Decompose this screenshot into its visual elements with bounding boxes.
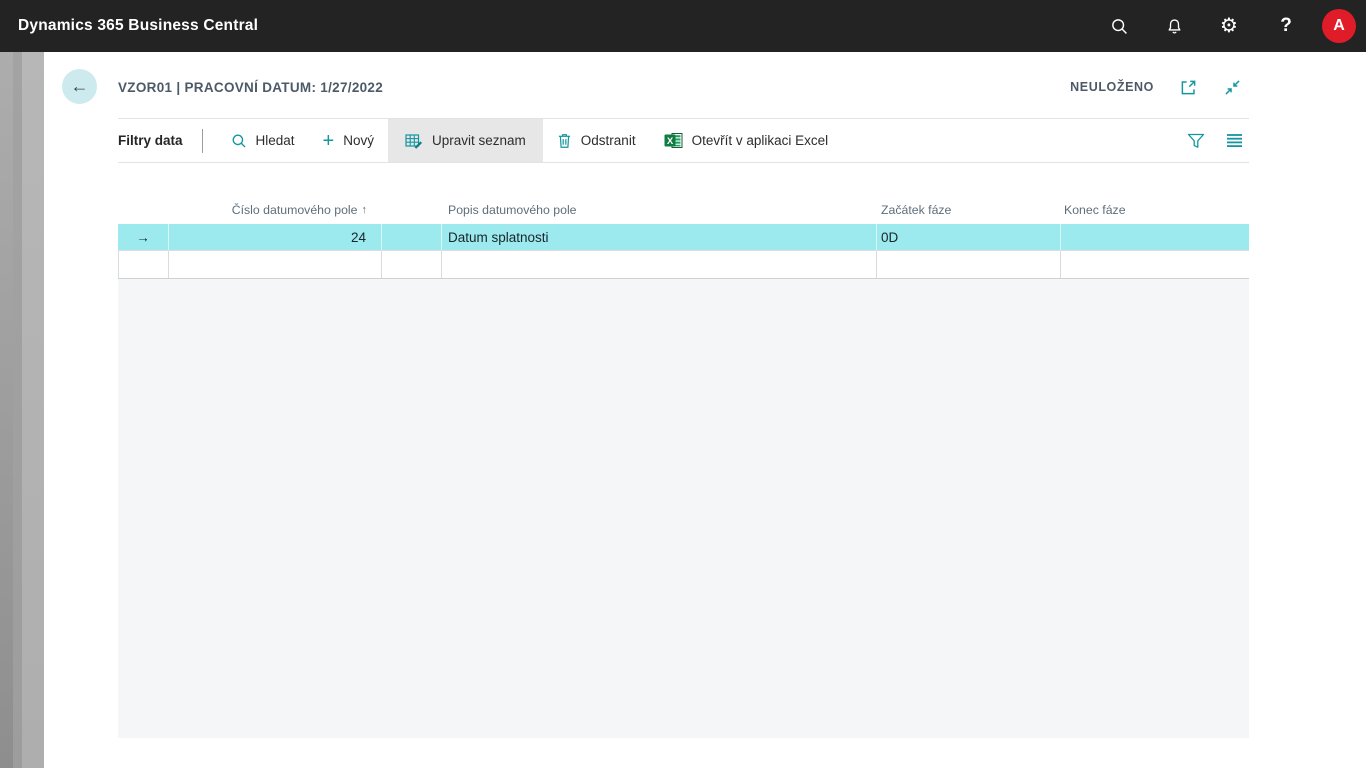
avatar[interactable]: A	[1322, 9, 1356, 43]
edit-list-action-label: Upravit seznam	[432, 133, 526, 148]
back-button[interactable]: ←	[62, 69, 97, 104]
table-row-selected[interactable]: → 24 Datum splatnosti 0D	[118, 224, 1249, 251]
table-empty-area	[118, 279, 1249, 738]
search-icon	[231, 133, 247, 149]
list-view-button[interactable]	[1221, 128, 1247, 154]
date-fields-table: Číslo datumového pole ↑ Popis datumového…	[118, 195, 1249, 738]
global-search-button[interactable]	[1100, 0, 1138, 52]
cell-number[interactable]: 24	[169, 224, 382, 250]
cell-phase-end[interactable]	[1061, 251, 1249, 278]
gear-icon: ⚙	[1220, 15, 1238, 37]
page-card: ← VZOR01 | PRACOVNÍ DATUM: 1/27/2022 NEU…	[44, 52, 1366, 768]
bell-icon	[1165, 17, 1184, 36]
new-action-label: Nový	[343, 133, 374, 148]
app-top-bar: Dynamics 365 Business Central ⚙ ? A	[0, 0, 1366, 52]
open-in-excel-action-button[interactable]: X Otevřít v aplikaci Excel	[650, 119, 843, 162]
avatar-initial: A	[1333, 17, 1345, 34]
search-action-label: Hledat	[255, 133, 295, 148]
background-page-band	[0, 52, 13, 768]
toolbar-divider	[201, 128, 203, 153]
cell-selector[interactable]	[118, 251, 169, 278]
sort-ascending-icon: ↑	[361, 203, 368, 216]
help-icon: ?	[1280, 15, 1292, 36]
notifications-button[interactable]	[1155, 0, 1193, 52]
save-status-badge: NEULOŽENO	[1070, 80, 1154, 94]
new-action-button[interactable]: + Nový	[309, 119, 388, 162]
settings-button[interactable]: ⚙	[1210, 0, 1248, 52]
background-page-band	[13, 52, 22, 768]
background-page-edge	[0, 52, 44, 768]
open-in-excel-action-label: Otevřít v aplikaci Excel	[691, 133, 829, 148]
column-header-number-label: Číslo datumového pole	[231, 202, 358, 217]
plus-icon: +	[322, 129, 335, 152]
column-header-phase-end[interactable]: Konec fáze	[1061, 203, 1249, 217]
collapse-wide-layout-button[interactable]	[1222, 77, 1242, 97]
help-button[interactable]: ?	[1267, 0, 1305, 52]
active-row-marker-icon: →	[118, 224, 169, 250]
back-arrow-icon: ←	[70, 76, 89, 96]
open-in-new-window-button[interactable]	[1178, 77, 1198, 97]
svg-text:X: X	[666, 136, 673, 147]
delete-action-label: Odstranit	[580, 133, 636, 148]
page-title: VZOR01 | PRACOVNÍ DATUM: 1/27/2022	[118, 79, 384, 95]
search-action-button[interactable]: Hledat	[217, 119, 309, 162]
cell-spacer	[382, 224, 442, 250]
column-header-phase-start[interactable]: Začátek fáze	[877, 203, 1061, 217]
delete-action-button[interactable]: Odstranit	[543, 119, 650, 162]
cell-phase-end[interactable]	[1061, 224, 1249, 250]
cell-number[interactable]	[169, 251, 382, 278]
cell-spacer	[382, 251, 442, 278]
filter-button[interactable]	[1183, 128, 1209, 154]
table-row-empty[interactable]	[118, 251, 1249, 279]
cell-phase-start[interactable]	[877, 251, 1061, 278]
cell-phase-start[interactable]: 0D	[877, 224, 1061, 250]
action-toolbar: Filtry data Hledat + Nový Upravit seznam…	[118, 118, 1249, 163]
edit-list-action-button[interactable]: Upravit seznam	[388, 119, 543, 162]
trash-icon	[557, 132, 572, 149]
search-icon	[1110, 17, 1129, 36]
column-header-number[interactable]: Číslo datumového pole ↑	[169, 203, 382, 217]
app-title: Dynamics 365 Business Central	[18, 17, 259, 34]
cell-description[interactable]	[442, 251, 877, 278]
table-header-row: Číslo datumového pole ↑ Popis datumového…	[118, 195, 1249, 224]
data-filters-label: Filtry data	[118, 133, 183, 148]
excel-icon: X	[664, 132, 683, 149]
edit-list-icon	[405, 133, 423, 149]
background-page-band	[22, 52, 44, 768]
column-header-description[interactable]: Popis datumového pole	[442, 203, 877, 217]
cell-description[interactable]: Datum splatnosti	[442, 224, 877, 250]
